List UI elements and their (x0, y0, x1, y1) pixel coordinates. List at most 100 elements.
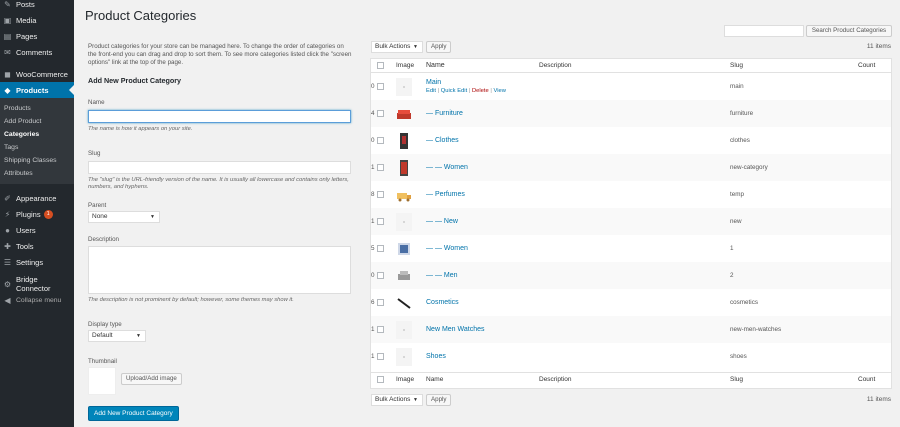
nav-products[interactable]: ◆ Products (0, 82, 74, 98)
table-footer: Image Name Description Slug Count (371, 372, 891, 386)
chevron-down-icon: ▼ (413, 397, 418, 403)
nav-woocommerce[interactable]: ◼ WooCommerce (0, 66, 74, 82)
display-type-select[interactable]: Default ▼ (88, 330, 146, 342)
table-row: Cosmetics cosmetics 6 (371, 289, 891, 316)
category-count[interactable]: 1 (371, 343, 891, 370)
col-slug-footer[interactable]: Slug (730, 373, 743, 386)
search-input[interactable] (724, 25, 804, 37)
submenu-shipping-classes[interactable]: Shipping Classes (0, 154, 74, 167)
upload-image-button[interactable]: Upload/Add image (120, 373, 182, 385)
table-row: — — Women new-category 1 (371, 154, 891, 181)
category-count[interactable]: 6 (371, 289, 891, 316)
nav-media[interactable]: ▣ Media (0, 12, 74, 28)
thumbnail-preview (88, 367, 116, 395)
submenu-attributes[interactable]: Attributes (0, 167, 74, 180)
table-row: — — Men 2 0 (371, 262, 891, 289)
submenu-products[interactable]: Products (0, 102, 74, 115)
slug-label: Slug (88, 149, 101, 157)
products-icon: ◆ (4, 85, 11, 95)
table-row: — Clothes clothes 0 (371, 127, 891, 154)
woo-icon: ◼ (4, 69, 11, 79)
submenu-add-product[interactable]: Add Product (0, 115, 74, 128)
user-icon: ● (5, 225, 10, 235)
apply-button-bottom[interactable]: Apply (426, 394, 452, 406)
submenu-tags[interactable]: Tags (0, 141, 74, 154)
chevron-down-icon: ▼ (150, 213, 155, 220)
category-count[interactable]: 1 (371, 208, 891, 235)
name-input[interactable] (88, 110, 351, 123)
brush-icon: ✐ (4, 193, 11, 203)
settings-icon: ☰ (3, 257, 12, 267)
bulk-actions-select[interactable]: Bulk Actions ▼ (371, 41, 423, 53)
plugin-icon: ⚡ (4, 209, 11, 219)
add-category-button[interactable]: Add New Product Category (88, 406, 179, 421)
chevron-down-icon: ▼ (136, 333, 141, 339)
category-count[interactable]: 5 (371, 235, 891, 262)
table-row: New Men Watches new-men-watches 1 (371, 316, 891, 343)
table-row: Main Edit | Quick Edit | Delete | View m… (371, 73, 891, 100)
collapse-icon: ◀ (4, 295, 11, 305)
products-submenu: Products Add Product Categories Tags Shi… (0, 98, 74, 184)
select-all-checkbox[interactable] (377, 62, 384, 69)
pin-icon: ✎ (4, 0, 11, 9)
col-image: Image (396, 62, 415, 69)
nav-bridge-connector[interactable]: ⚙ Bridge Connector (0, 275, 74, 293)
description-textarea[interactable] (88, 245, 351, 294)
col-name-footer[interactable]: Name (426, 373, 443, 386)
name-description: The name is how it appears on your site. (88, 126, 193, 132)
tablenav-top: Bulk Actions ▼ Apply 11 items (371, 41, 891, 55)
apply-button[interactable]: Apply (426, 41, 452, 53)
col-count[interactable]: Count (858, 59, 875, 72)
nav-plugins[interactable]: ⚡ Plugins 1 (0, 206, 74, 222)
update-badge: 1 (43, 209, 53, 219)
intro-text: Product categories for your store can be… (88, 43, 352, 66)
items-count-bottom: 11 items (866, 396, 891, 403)
select-all-checkbox-footer[interactable] (377, 376, 384, 383)
thumbnail-label: Thumbnail (88, 358, 117, 365)
nav-pages[interactable]: ▤ Pages (0, 28, 74, 44)
comment-icon: ✉ (4, 47, 11, 57)
media-icon: ▣ (3, 15, 12, 25)
wrench-icon: ✚ (4, 241, 11, 251)
search-button[interactable]: Search Product Categories (806, 25, 892, 37)
collapse-menu[interactable]: ◀ Collapse menu (0, 292, 74, 308)
table-row: — — New new 1 (371, 208, 891, 235)
category-count[interactable]: 1 (371, 316, 891, 343)
col-description[interactable]: Description (539, 59, 572, 72)
col-slug[interactable]: Slug (730, 59, 743, 72)
page-title: Product Categories (85, 8, 197, 23)
submenu-categories[interactable]: Categories (0, 128, 74, 141)
nav-settings[interactable]: ☰ Settings (0, 254, 74, 270)
categories-table: Image Name Description Slug Count Main E… (370, 58, 892, 389)
nav-appearance[interactable]: ✐ Appearance (0, 190, 74, 206)
bulk-actions-select-bottom[interactable]: Bulk Actions ▼ (371, 394, 423, 406)
nav-tools[interactable]: ✚ Tools (0, 238, 74, 254)
description-description: The description is not prominent by defa… (88, 296, 294, 303)
category-count[interactable]: 0 (371, 127, 891, 154)
col-name[interactable]: Name (426, 59, 445, 72)
category-count[interactable]: 4 (371, 100, 891, 127)
nav-users[interactable]: ● Users (0, 222, 74, 238)
slug-input[interactable] (88, 160, 351, 174)
parent-select[interactable]: None ▼ (88, 210, 160, 223)
form-heading: Add New Product Category (88, 76, 182, 85)
category-count[interactable]: 1 (371, 154, 891, 181)
category-count[interactable]: 8 (371, 181, 891, 208)
slug-description: The "slug" is the URL-friendly version o… (88, 176, 349, 191)
table-header: Image Name Description Slug Count (371, 59, 891, 73)
nav-comments[interactable]: ✉ Comments (0, 44, 74, 60)
active-indicator (69, 85, 74, 95)
tablenav-bottom: Bulk Actions ▼ Apply 11 items (371, 394, 891, 408)
table-row: — Perfumes temp 8 (371, 181, 891, 208)
items-count: 11 items (866, 43, 891, 50)
category-count[interactable]: 0 (371, 262, 891, 289)
nav-posts[interactable]: ✎ Posts (0, 0, 74, 12)
page-icon: ▤ (3, 31, 12, 41)
category-count[interactable]: 0 (371, 73, 891, 100)
table-row: — Furniture furniture 4 (371, 100, 891, 127)
col-description-footer[interactable]: Description (539, 373, 572, 386)
table-row: — — Women 1 5 (371, 235, 891, 262)
add-category-form: Product categories for your store can be… (88, 43, 352, 421)
col-count-footer[interactable]: Count (858, 373, 875, 386)
name-label: Name (88, 99, 105, 106)
